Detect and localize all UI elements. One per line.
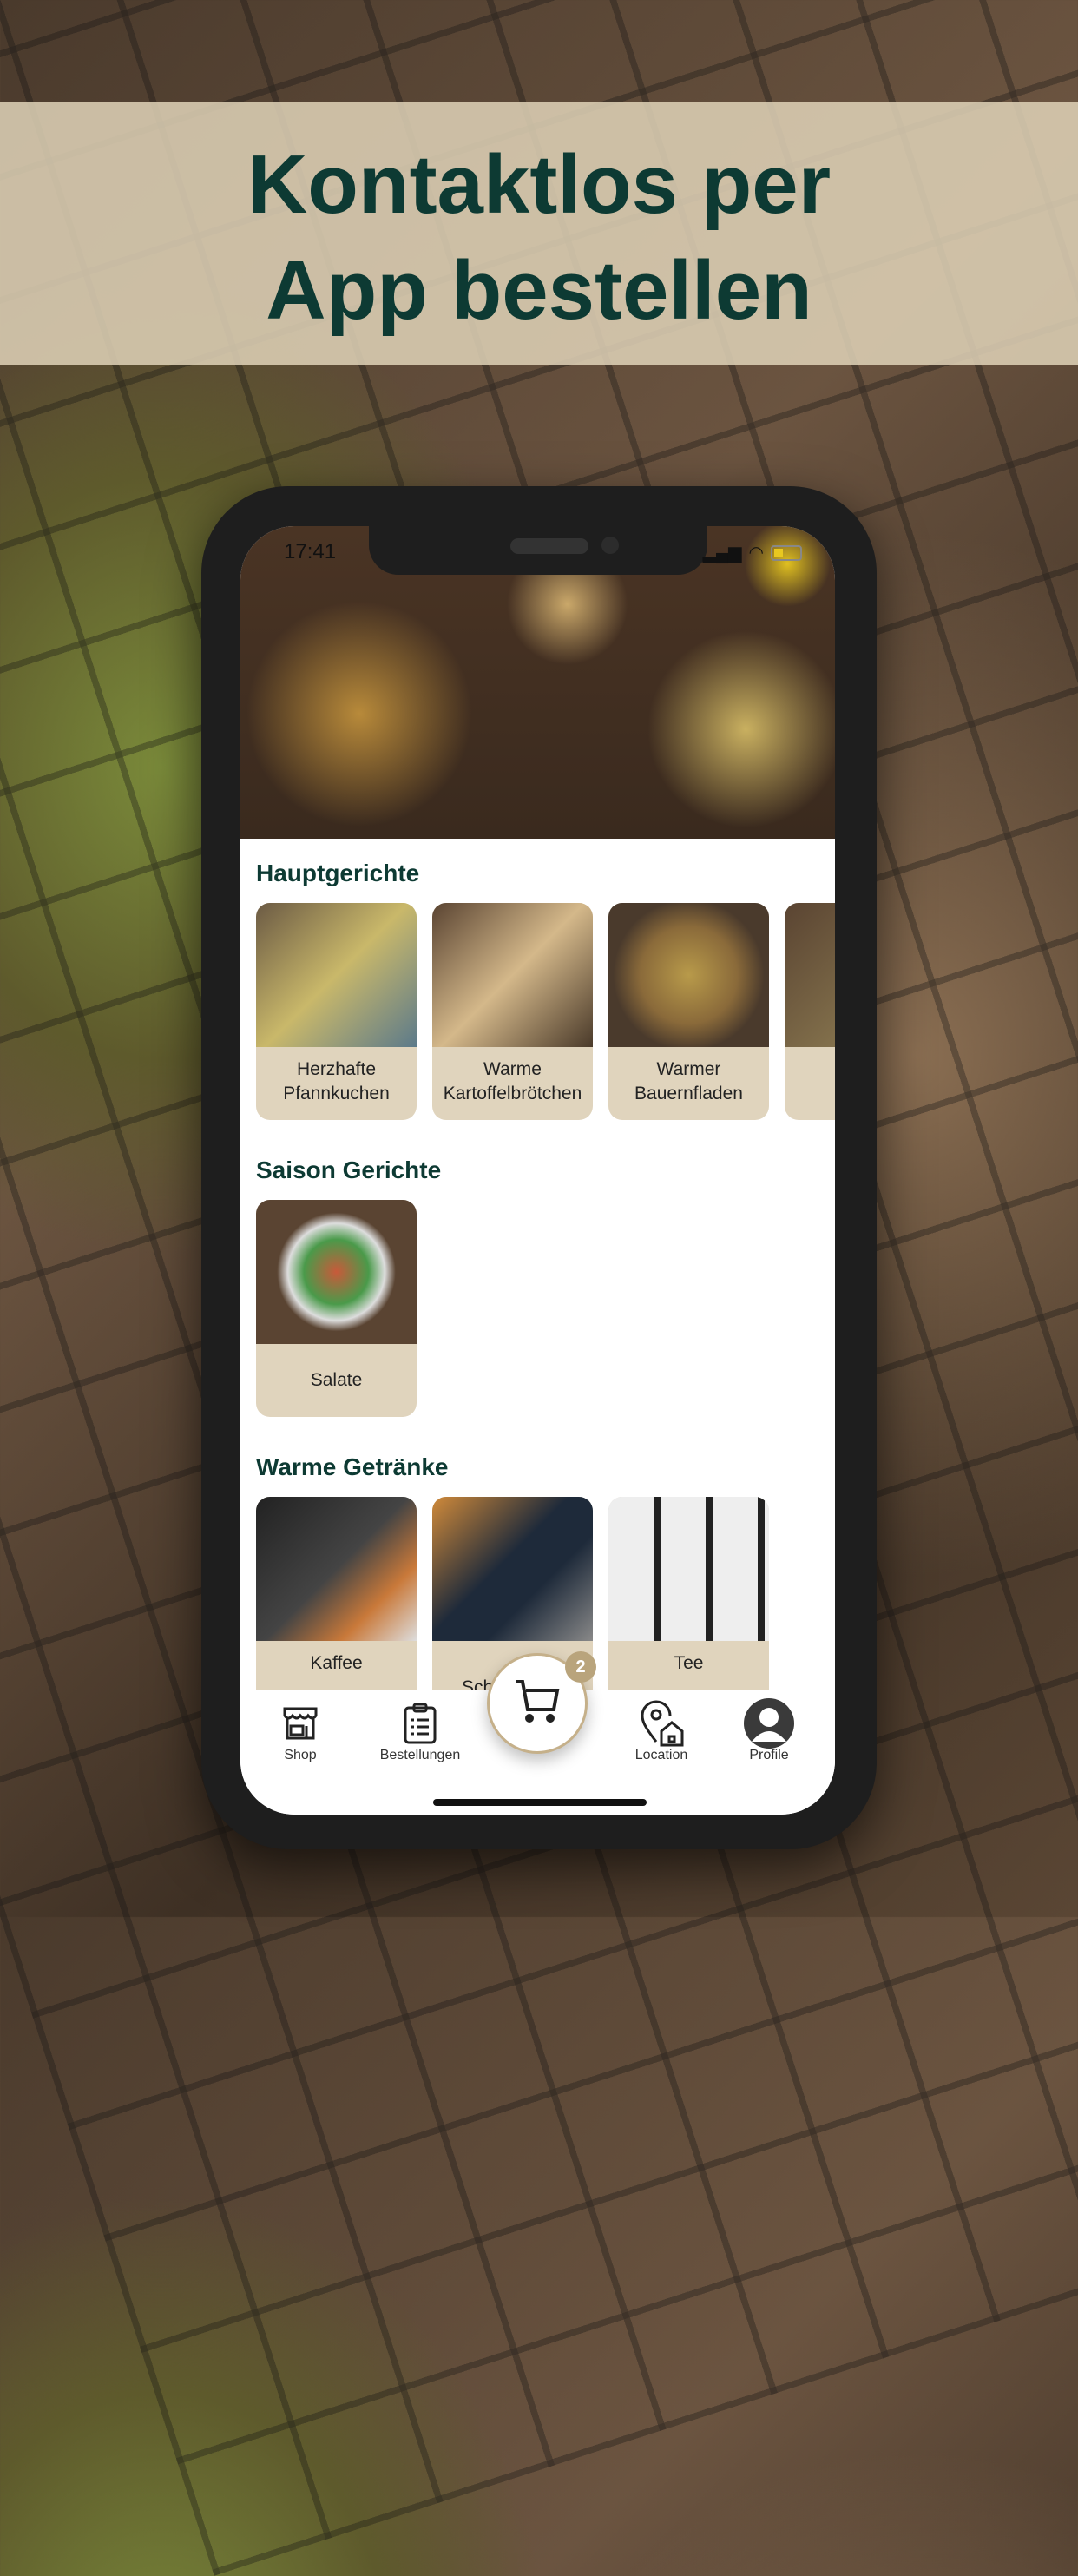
label-line: Bauernfladen: [634, 1084, 743, 1104]
category-card[interactable]: Salate: [256, 1200, 417, 1417]
cart-icon: [512, 1677, 562, 1731]
nav-shop[interactable]: Shop: [253, 1699, 348, 1763]
headline-line-2: App bestellen: [266, 244, 812, 337]
category-card[interactable]: Warmer Bauernfladen: [608, 903, 769, 1120]
camera: [601, 537, 619, 554]
category-card[interactable]: Warme Kartoffelbrötchen: [432, 903, 593, 1120]
headline-banner: Kontaktlos per App bestellen: [0, 102, 1078, 365]
section-title-saison: Saison Gerichte: [256, 1156, 442, 1183]
label-line: Warme: [483, 1059, 542, 1079]
nav-profile[interactable]: Profile: [721, 1698, 817, 1763]
status-icons: ▂▄▆ ◠: [703, 542, 802, 563]
cart-count-badge: 2: [565, 1651, 596, 1683]
label-line: Warmer: [656, 1059, 721, 1079]
location-home-icon: [614, 1699, 709, 1748]
nav-location[interactable]: Location: [614, 1699, 709, 1763]
category-label: Tee: [608, 1641, 769, 1676]
category-image: [432, 1497, 593, 1641]
saison-row[interactable]: Salate: [256, 1200, 417, 1417]
speaker: [510, 538, 588, 554]
category-card[interactable]: WL: [785, 903, 835, 1120]
nav-label: Bestellungen: [379, 1748, 461, 1762]
category-image: [256, 1200, 417, 1344]
category-card[interactable]: Kaffee: [256, 1497, 417, 1714]
category-label: Warme Kartoffelbrötchen: [432, 1047, 593, 1106]
battery-icon: [771, 544, 802, 561]
category-image: [432, 903, 593, 1047]
wifi-icon: ◠: [748, 544, 764, 563]
clipboard-list-icon: [372, 1699, 468, 1748]
notch: [369, 526, 707, 575]
signal-icon: ▂▄▆: [702, 544, 742, 563]
app-screen: 17:41 ▂▄▆ ◠ Hauptgerichte Herzhafte Pfann…: [240, 526, 835, 1815]
category-image: [785, 903, 835, 1047]
label-line: Herzhafte: [296, 1059, 377, 1079]
category-label: Salate: [256, 1344, 417, 1393]
home-indicator[interactable]: [433, 1799, 647, 1806]
section-title-warme-getraenke: Warme Getränke: [256, 1453, 449, 1480]
label-line: Pfannkuchen: [283, 1084, 390, 1104]
label-line: Kartoffelbrötchen: [443, 1084, 582, 1104]
nav-label: Profile: [749, 1748, 789, 1762]
label-line: Salate: [310, 1370, 363, 1390]
category-label: Warmer Bauernfladen: [608, 1047, 769, 1106]
headline: Kontaktlos per App bestellen: [0, 102, 1078, 344]
category-label: WL: [785, 1047, 835, 1106]
section-title-hauptgerichte: Hauptgerichte: [256, 860, 420, 886]
label-line: Tee: [674, 1653, 704, 1673]
category-image: [608, 903, 769, 1047]
category-image: [608, 1497, 769, 1641]
category-card[interactable]: Tee: [608, 1497, 769, 1714]
nav-label: Shop: [284, 1748, 317, 1762]
profile-avatar-icon: [721, 1698, 817, 1749]
category-image: [256, 903, 417, 1047]
category-card[interactable]: Herzhafte Pfannkuchen: [256, 903, 417, 1120]
hauptgerichte-row[interactable]: Herzhafte Pfannkuchen Warme Kartoffelbrötc…: [256, 903, 835, 1120]
nav-orders[interactable]: Bestellungen: [372, 1699, 468, 1763]
nav-label: Location: [634, 1748, 688, 1762]
label-line: Kaffee: [310, 1653, 363, 1673]
headline-line-1: Kontaktlos per: [246, 138, 832, 231]
category-label: Herzhafte Pfannkuchen: [256, 1047, 417, 1106]
store-icon: [253, 1699, 348, 1748]
category-image: [256, 1497, 417, 1641]
status-time: 17:41: [284, 540, 337, 563]
category-label: Kaffee: [256, 1641, 417, 1676]
